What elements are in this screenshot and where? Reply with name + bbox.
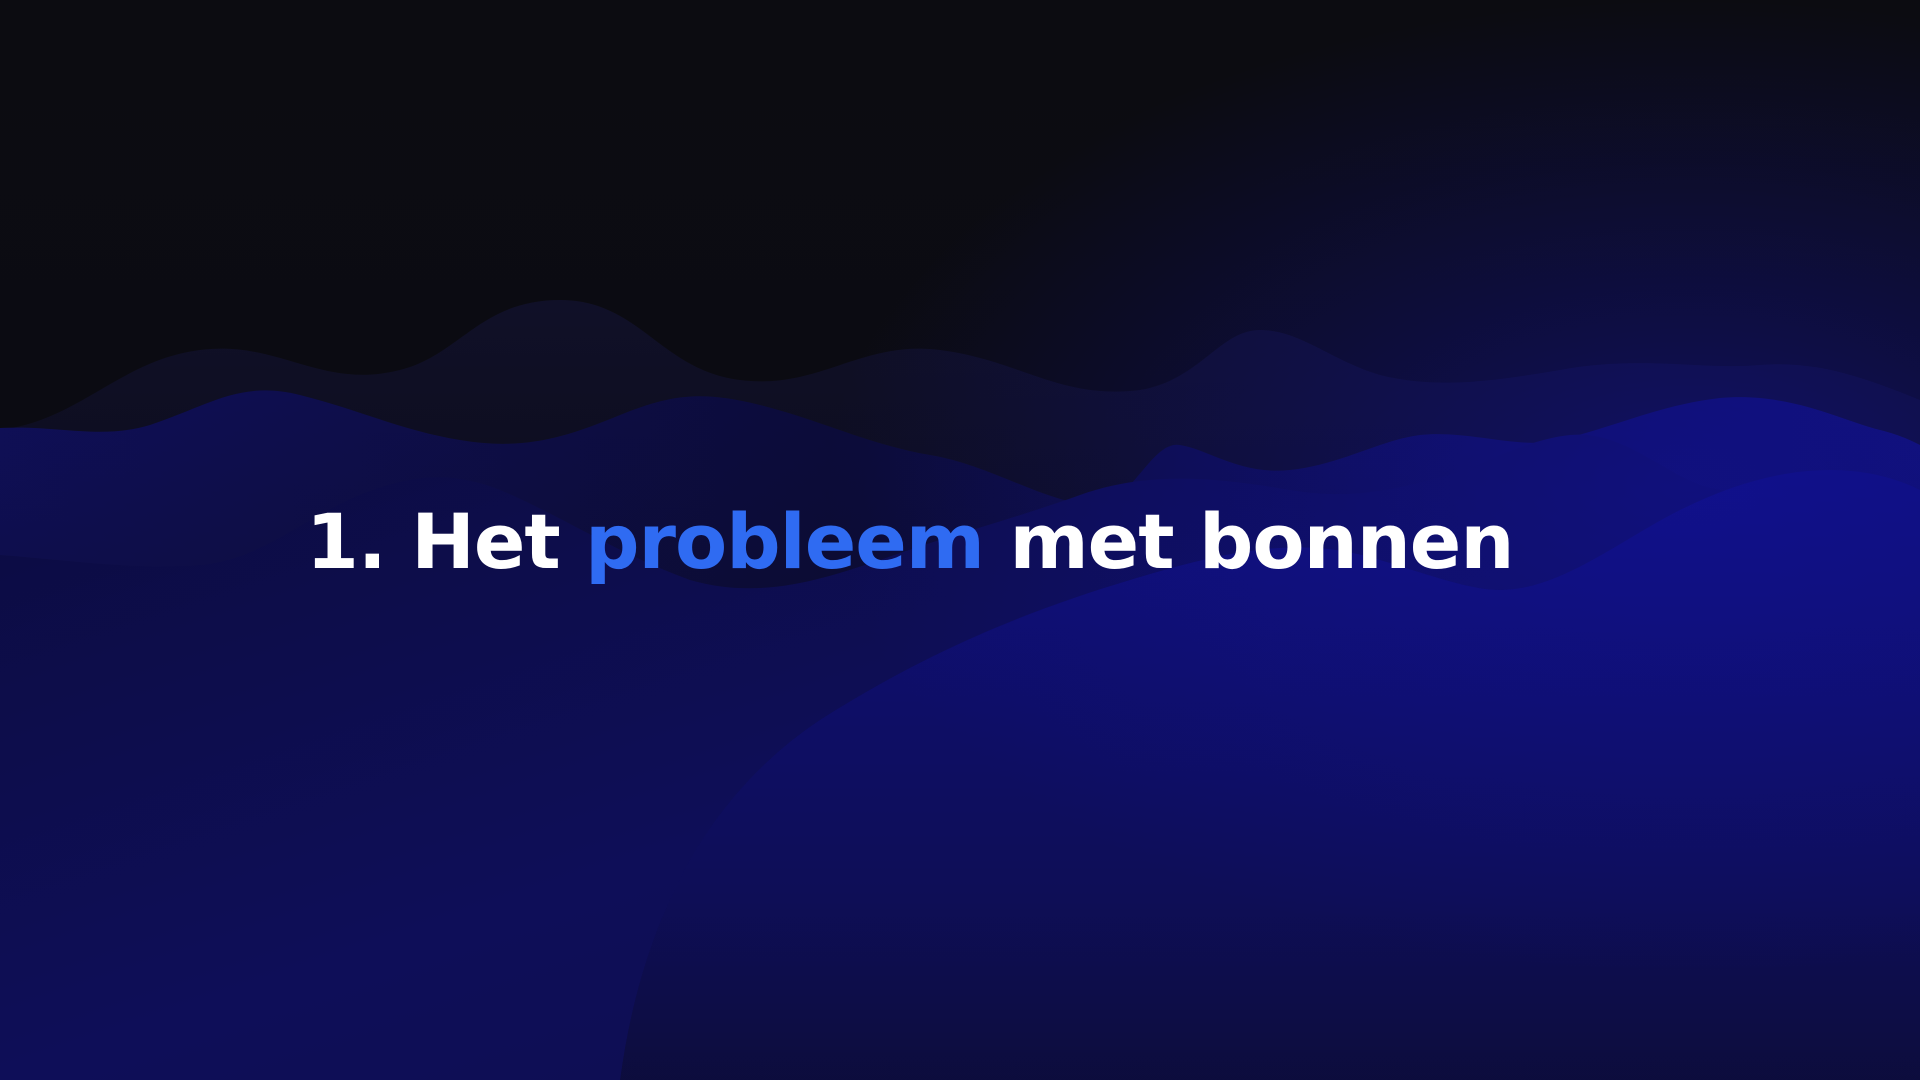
title-suffix: met bonnen	[984, 497, 1514, 586]
slide-title: 1. Het probleem met bonnen	[306, 492, 1514, 592]
title-highlight: probleem	[585, 497, 985, 586]
slide: 1. Het probleem met bonnen	[0, 0, 1920, 1080]
title-prefix: 1. Het	[306, 497, 586, 586]
